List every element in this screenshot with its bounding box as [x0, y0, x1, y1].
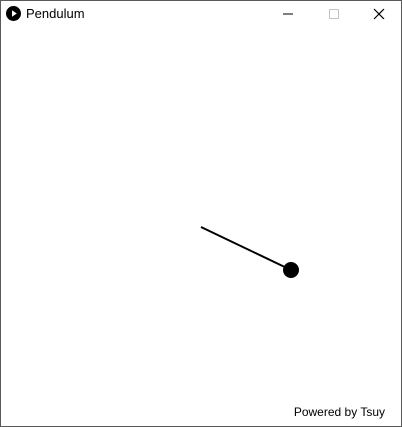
powered-by-label: Powered by Tsuy: [293, 405, 385, 419]
maximize-button[interactable]: [311, 1, 357, 27]
window-title: Pendulum: [26, 6, 85, 21]
maximize-icon: [329, 9, 339, 19]
pendulum-window: Pendulum Powered by Tsuy: [0, 0, 402, 427]
pendulum-canvas: [200, 226, 299, 278]
pendulum-bob: [283, 262, 299, 278]
close-icon: [373, 8, 385, 20]
play-icon: [6, 6, 21, 21]
title-bar[interactable]: Pendulum: [1, 1, 401, 27]
close-button[interactable]: [356, 1, 401, 27]
minimize-icon: [283, 13, 293, 15]
pendulum-rod: [200, 226, 292, 271]
minimize-button[interactable]: [265, 1, 311, 27]
